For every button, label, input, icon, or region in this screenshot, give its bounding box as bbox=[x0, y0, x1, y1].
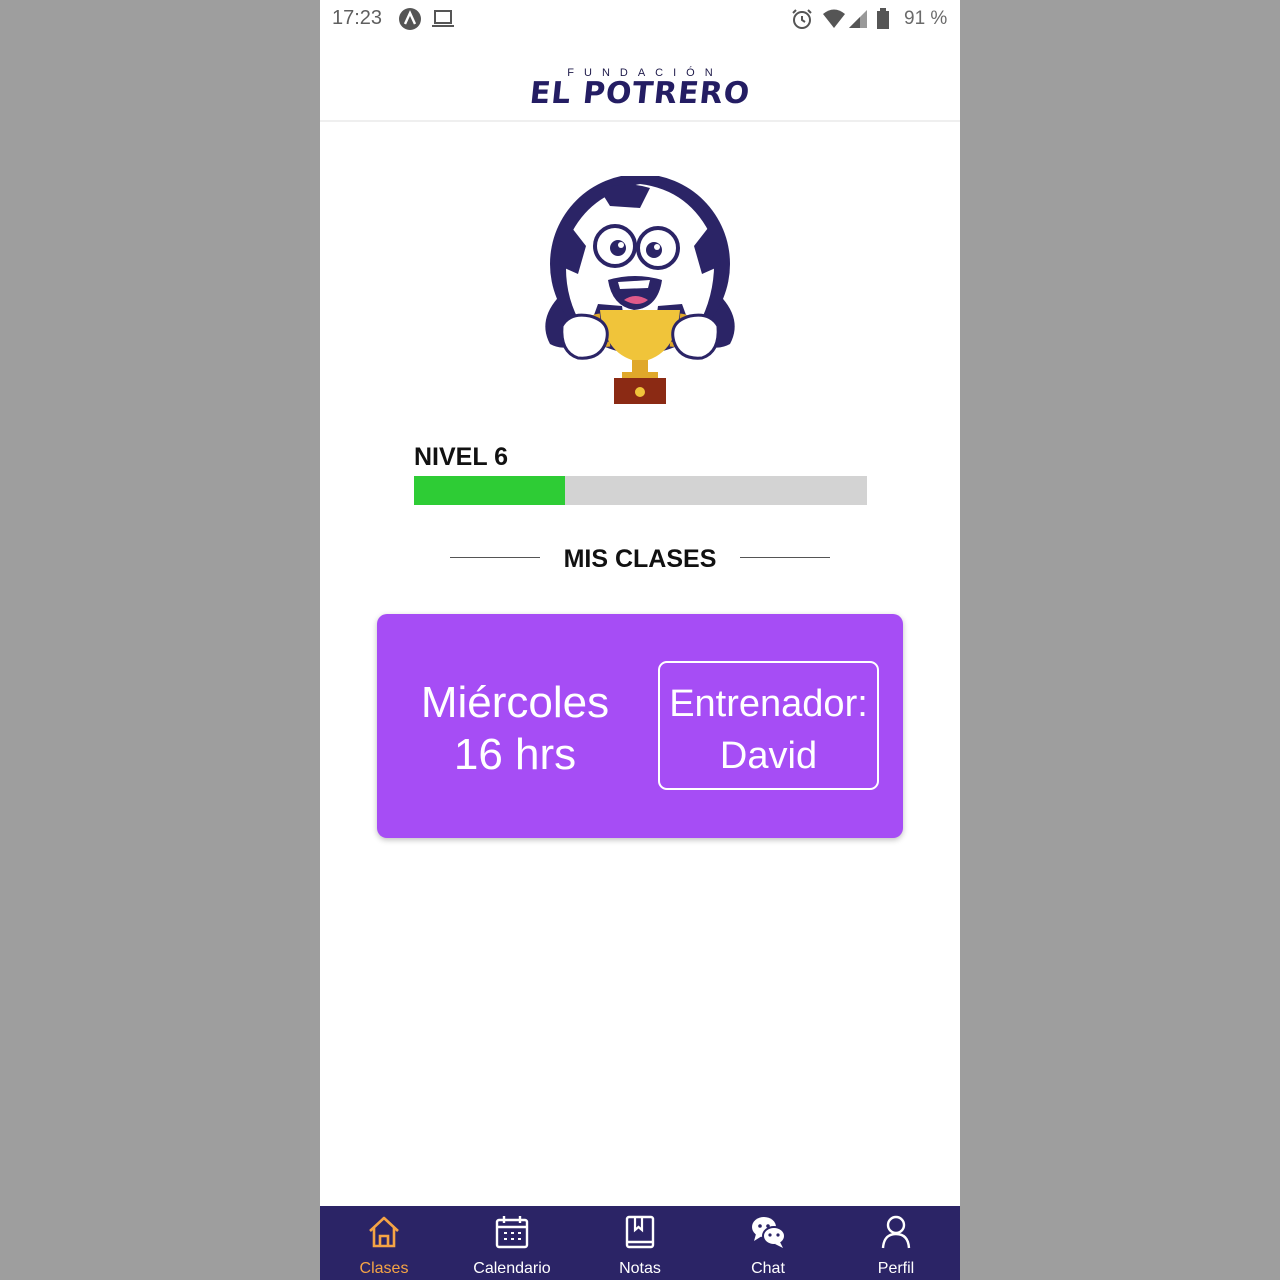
calendar-icon bbox=[494, 1214, 530, 1250]
wifi-icon bbox=[822, 7, 846, 36]
nav-label-calendario: Calendario bbox=[473, 1260, 551, 1277]
divider-right bbox=[740, 557, 830, 558]
nav-item-calendario[interactable]: Calendario bbox=[448, 1206, 576, 1280]
chat-icon bbox=[750, 1214, 786, 1250]
nav-item-notas[interactable]: Notas bbox=[576, 1206, 704, 1280]
coach-label: Entrenador: bbox=[669, 683, 868, 725]
signal-icon bbox=[847, 7, 869, 36]
level-progress-fill bbox=[414, 476, 565, 505]
app-header: FUNDACIÓN EL POTRERO bbox=[320, 38, 960, 122]
battery-percent: 91 % bbox=[904, 8, 948, 29]
level-title: NIVEL 6 bbox=[414, 443, 509, 471]
class-card[interactable]: Miércoles 16 hrs Entrenador: David bbox=[377, 614, 903, 838]
coach-name: David bbox=[719, 735, 818, 777]
brand-logo-text: EL POTRERO bbox=[528, 76, 752, 111]
nav-label-notas: Notas bbox=[619, 1260, 661, 1277]
phone-screen: 17:23 91 % FUNDACIÓN EL POTRERO NIVEL 6 … bbox=[320, 0, 960, 1280]
alarm-icon bbox=[790, 7, 814, 36]
laptop-icon bbox=[431, 7, 455, 36]
level-progress-bar bbox=[414, 476, 867, 505]
nav-label-perfil: Perfil bbox=[877, 1260, 915, 1277]
home-icon bbox=[366, 1214, 402, 1250]
nav-item-clases[interactable]: Clases bbox=[320, 1206, 448, 1280]
coach-box: Entrenador: David bbox=[658, 661, 879, 790]
nav-item-chat[interactable]: Chat bbox=[704, 1206, 832, 1280]
nav-item-perfil[interactable]: Perfil bbox=[832, 1206, 960, 1280]
soccer-ball-trophy-mascot-icon bbox=[530, 174, 750, 412]
nav-label-chat: Chat bbox=[751, 1260, 785, 1277]
nav-label-clases: Clases bbox=[359, 1260, 409, 1277]
status-bar: 17:23 91 % bbox=[320, 0, 960, 38]
status-time: 17:23 bbox=[332, 7, 383, 29]
app-notification-icon bbox=[398, 7, 422, 36]
battery-icon bbox=[876, 7, 890, 36]
bottom-nav: Clases Calendario Notas Chat Perfil bbox=[320, 1206, 960, 1280]
class-time: 16 hrs bbox=[453, 730, 577, 779]
section-title: MIS CLASES bbox=[563, 545, 717, 573]
notebook-icon bbox=[622, 1214, 658, 1250]
user-icon bbox=[878, 1214, 914, 1250]
class-day: Miércoles bbox=[420, 678, 610, 727]
